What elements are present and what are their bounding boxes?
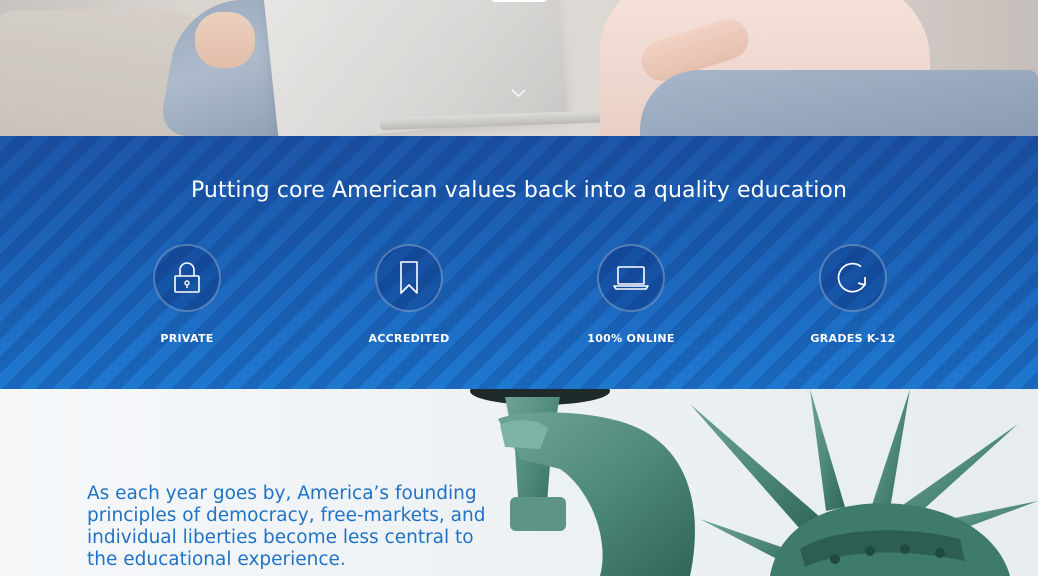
feature-icon-ring: [375, 244, 443, 312]
feature-grades: GRADES K-12: [773, 244, 933, 345]
feature-private: PRIVATE: [107, 244, 267, 345]
liberty-section: As each year goes by, America’s founding…: [0, 389, 1038, 576]
feature-icon-ring: [819, 244, 887, 312]
hero-image: [0, 0, 1038, 136]
feature-label: PRIVATE: [160, 332, 214, 345]
feature-label: ACCREDITED: [368, 332, 450, 345]
refresh-icon: [837, 262, 866, 293]
mission-paragraph: As each year goes by, America’s founding…: [87, 483, 486, 570]
hero-overlay: [0, 0, 1038, 136]
values-band: Putting core American values back into a…: [0, 136, 1038, 389]
feature-label: 100% ONLINE: [587, 332, 675, 345]
feature-icon-ring: [597, 244, 665, 312]
chevron-down-icon[interactable]: [511, 88, 526, 98]
feature-accredited: ACCREDITED: [329, 244, 489, 345]
feature-online: 100% ONLINE: [551, 244, 711, 345]
laptop-icon: [613, 266, 649, 290]
feature-icon-ring: [153, 244, 221, 312]
hero-top-tab[interactable]: [490, 0, 548, 2]
values-headline: Putting core American values back into a…: [190, 178, 848, 203]
bookmark-icon: [400, 261, 418, 294]
lock-icon: [174, 262, 200, 293]
feature-label: GRADES K-12: [810, 332, 896, 345]
